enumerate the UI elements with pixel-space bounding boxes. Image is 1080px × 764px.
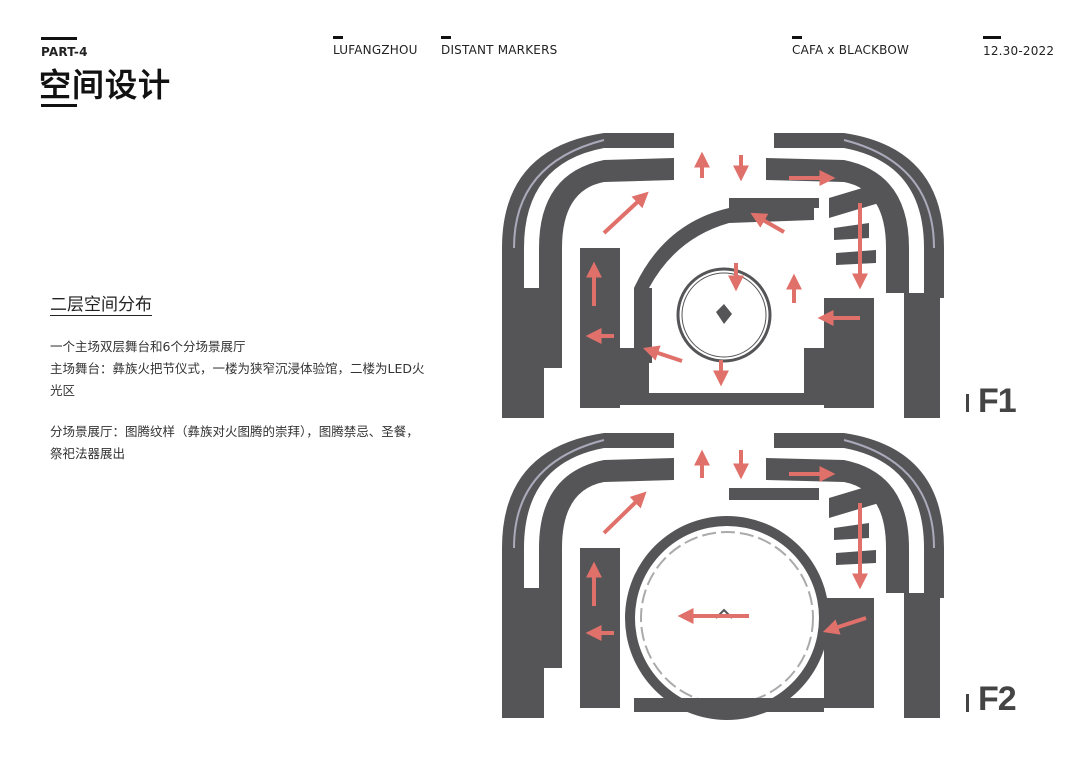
- date-label: 12.30-2022: [983, 44, 1055, 58]
- header-bar-part: [41, 37, 77, 40]
- header-bar-subtitle: [441, 36, 451, 39]
- header-bar-date: [983, 36, 1001, 39]
- project-subtitle: DISTANT MARKERS: [441, 43, 558, 57]
- header-bar-collab: [792, 36, 802, 39]
- header-bar-project: [333, 36, 343, 39]
- desc-line-2: 主场舞台：彝族火把节仪式，一楼为狭窄沉浸体验馆，二楼为LED火光区: [50, 361, 425, 398]
- section-heading: 二层空间分布: [50, 295, 152, 315]
- desc-line-3: 分场景展厅：图腾纹样（彝族对火图腾的崇拜），图腾禁忌、圣餐，祭祀法器展出: [50, 424, 419, 461]
- floor-tick-f2: [966, 694, 969, 712]
- floor-plans: [502, 133, 944, 720]
- collab-label: CAFA x BLACKBOW: [792, 43, 910, 57]
- floor-plan-f1: [502, 133, 944, 418]
- project-name: LUFANGZHOU: [333, 43, 418, 57]
- floor-plan-f2: [502, 433, 944, 720]
- floor-tick-f1: [966, 394, 969, 412]
- page-title: 空间设计: [39, 66, 172, 104]
- desc-line-1: 一个主场双层舞台和6个分场景展厅: [50, 339, 246, 354]
- floor-label-f1: F1: [978, 382, 1017, 420]
- floor-label-f2: F2: [978, 680, 1017, 718]
- part-label: PART-4: [41, 45, 88, 59]
